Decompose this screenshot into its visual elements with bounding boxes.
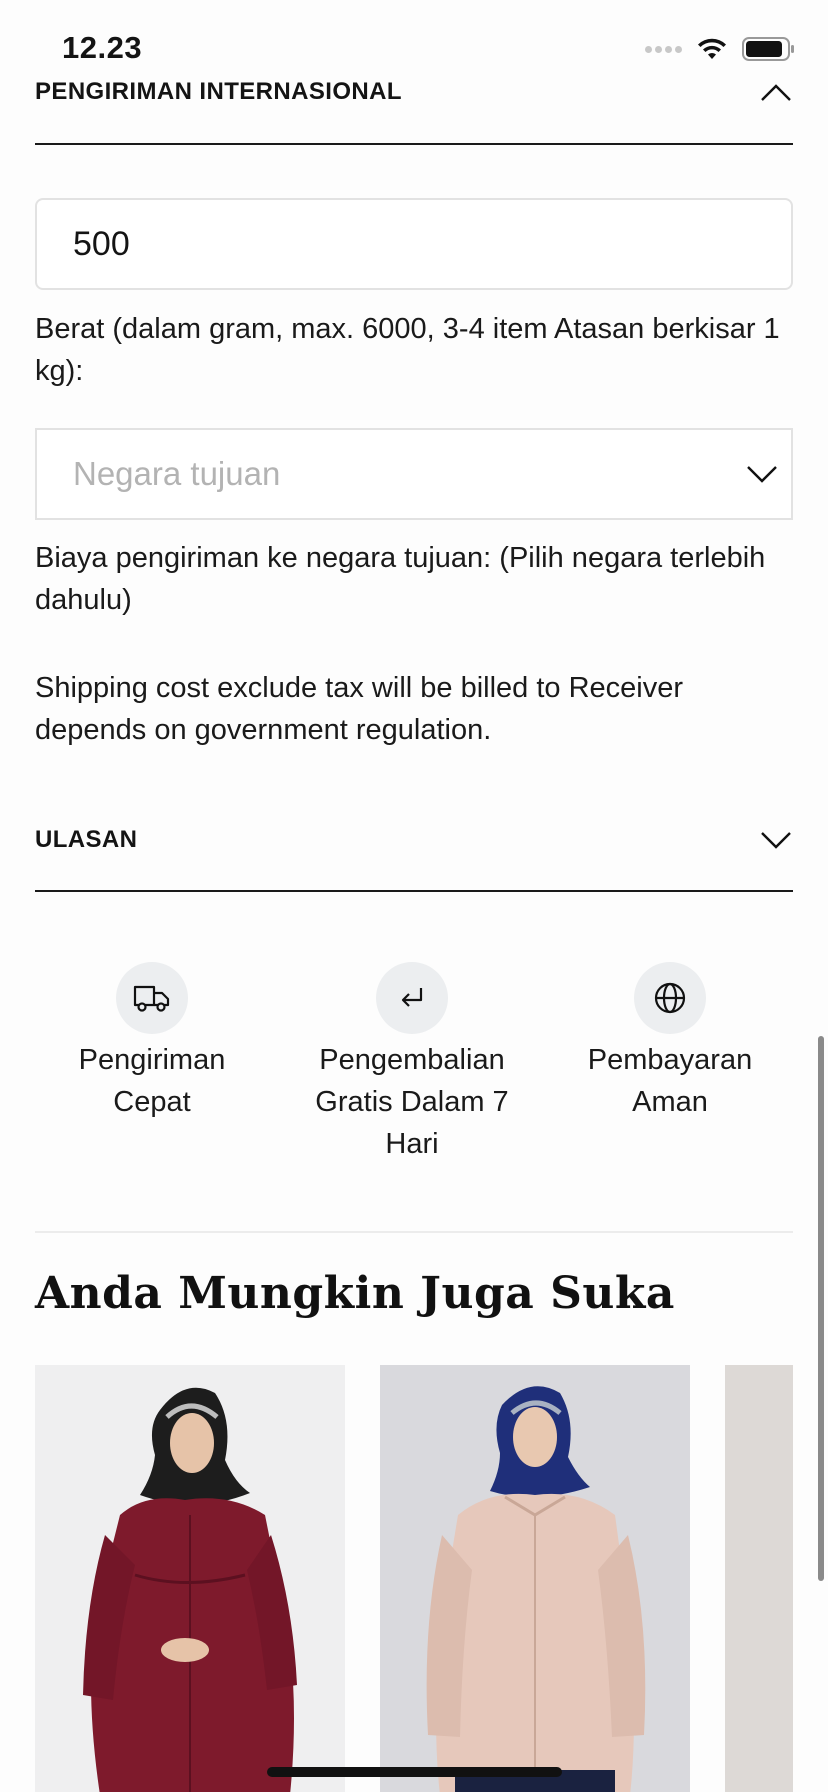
feature-label: Pembayaran Aman <box>587 1044 753 1118</box>
tax-note: Shipping cost exclude tax will be billed… <box>35 672 684 746</box>
product-card-1[interactable] <box>35 1365 345 1792</box>
shipping-section-title: PENGIRIMAN INTERNASIONAL <box>35 78 402 105</box>
weight-input[interactable] <box>35 198 793 290</box>
recommendations-title: Anda Mungkin Juga Suka <box>35 1268 675 1319</box>
feature-secure-payment: Pembayaran Aman <box>560 962 780 1123</box>
wifi-icon <box>698 38 726 59</box>
signal-dots-icon <box>645 45 682 53</box>
product-image <box>35 1365 345 1792</box>
reviews-divider <box>35 890 793 892</box>
globe-icon <box>634 962 706 1034</box>
country-select[interactable]: Negara tujuan <box>35 428 793 520</box>
chevron-down-icon <box>747 466 777 483</box>
status-bar: 12.23 <box>0 0 828 72</box>
reviews-section-title: ULASAN <box>35 826 138 853</box>
shipping-cost-text: Biaya pengiriman ke negara tujuan: (Pili… <box>35 542 766 616</box>
reviews-section-header[interactable]: ULASAN <box>35 818 793 862</box>
scrollbar[interactable] <box>818 1036 824 1581</box>
product-card-3[interactable] <box>725 1365 793 1792</box>
truck-icon <box>116 962 188 1034</box>
status-icons <box>645 36 796 62</box>
service-features: Pengiriman Cepat Pengembalian Gratis Dal… <box>35 962 793 1162</box>
recommendations-divider <box>35 1231 793 1233</box>
feature-free-returns: Pengembalian Gratis Dalam 7 Hari <box>302 962 522 1165</box>
chevron-up-icon[interactable] <box>759 81 793 103</box>
return-arrow-icon <box>376 962 448 1034</box>
chevron-down-icon[interactable] <box>759 829 793 851</box>
shipping-divider <box>35 143 793 145</box>
feature-label: Pengiriman Cepat <box>78 1044 226 1118</box>
feature-label: Pengembalian Gratis Dalam 7 Hari <box>315 1044 509 1160</box>
weight-label: Berat (dalam gram, max. 6000, 3-4 item A… <box>35 313 780 387</box>
feature-fast-shipping: Pengiriman Cepat <box>42 962 262 1123</box>
battery-icon <box>742 37 794 61</box>
home-indicator[interactable] <box>267 1767 562 1777</box>
product-card-2[interactable] <box>380 1365 690 1792</box>
country-placeholder: Negara tujuan <box>73 455 281 492</box>
shipping-section-header[interactable]: PENGIRIMAN INTERNASIONAL <box>35 72 793 112</box>
product-image <box>380 1365 690 1792</box>
product-image <box>725 1365 793 1792</box>
status-time: 12.23 <box>62 30 143 65</box>
